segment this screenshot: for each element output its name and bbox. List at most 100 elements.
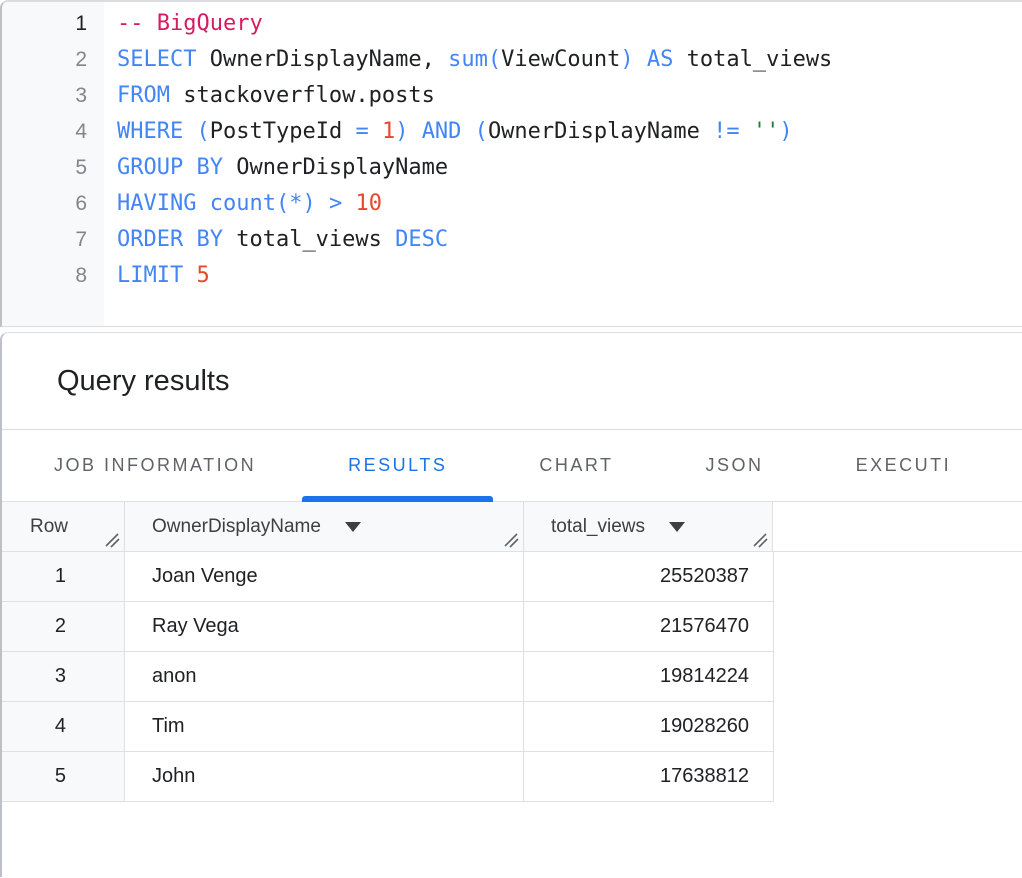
total-views-cell: 19028260 [524,702,774,751]
code-token-fn: count [210,191,276,216]
line-number: 5 [2,150,104,186]
column-header-row: Row [2,502,125,551]
row-number-cell: 4 [2,702,125,751]
line-number-gutter: 12345678 [2,2,104,326]
total-views-cell: 25520387 [524,552,774,601]
row-number-cell: 2 [2,602,125,651]
tab-label: JSON [706,455,764,476]
table-row: 1Joan Venge25520387 [2,552,774,602]
code-token-fn: sum [448,47,488,72]
code-line[interactable]: LIMIT 5 [117,258,1022,294]
code-token-id: stackoverflow.posts [170,83,435,108]
code-token-pn: ) [395,119,422,144]
column-resize-handle-icon[interactable] [504,532,519,547]
code-token-id: OwnerDisplayName [223,155,448,180]
code-token-pn: ( [183,119,210,144]
line-number: 2 [2,42,104,78]
code-token-id: ViewCount [501,47,620,72]
column-header-ownerdisplayname: OwnerDisplayName [125,502,524,551]
total-views-cell: 17638812 [524,752,774,801]
line-number: 8 [2,258,104,294]
query-results-title: Query results [57,365,229,398]
code-token-kw: ORDER BY [117,227,223,252]
code-token-op: != [713,119,753,144]
sql-code-area[interactable]: -- BigQuery SELECT OwnerDisplayName, sum(… [104,2,1022,326]
owner-display-name-cell: John [125,752,524,801]
header-filler-cell [773,502,1022,551]
code-token-id: total_views [223,227,395,252]
code-token-kw: WHERE [117,119,183,144]
tab-label: RESULTS [348,455,447,476]
owner-display-name-cell: Ray Vega [125,602,524,651]
line-number: 4 [2,114,104,150]
total-views-cell: 21576470 [524,602,774,651]
code-line[interactable]: HAVING count(*) > 10 [117,186,1022,222]
code-line[interactable]: GROUP BY OwnerDisplayName [117,150,1022,186]
table-row: 3anon19814224 [2,652,774,702]
total-views-cell: 19814224 [524,652,774,701]
line-number: 6 [2,186,104,222]
code-token-pn: ( [488,47,501,72]
code-token-op: * [289,191,302,216]
query-results-panel: Query results JOB INFORMATION RESULTS CHAR… [0,332,1022,877]
column-resize-handle-icon[interactable] [105,532,120,547]
code-token-id: PostTypeId [210,119,356,144]
sql-editor[interactable]: 12345678 -- BigQuerySELECT OwnerDisplayN… [0,0,1022,327]
code-token-com: -- BigQuery [117,11,263,36]
table-row: 5John17638812 [2,752,774,802]
code-token-pn: ) [620,47,633,72]
results-tab-bar: JOB INFORMATION RESULTS CHART JSON EXECUTI [2,430,1022,502]
code-token-id: OwnerDisplayName [488,119,713,144]
tab-results[interactable]: RESULTS [302,430,493,501]
code-token-pn: ) [779,119,792,144]
column-header-total_views: total_views [524,502,773,551]
line-number: 3 [2,78,104,114]
code-line[interactable]: FROM stackoverflow.posts [117,78,1022,114]
tab-executi[interactable]: EXECUTI [810,430,998,501]
code-token-num: 1 [382,119,395,144]
code-token-kw: HAVING [117,191,210,216]
tab-job-information[interactable]: JOB INFORMATION [8,430,302,501]
code-token-kw: AS [634,47,687,72]
code-line[interactable]: SELECT OwnerDisplayName, sum(ViewCount) … [117,42,1022,78]
tab-chart[interactable]: CHART [493,430,659,501]
code-token-str: '' [753,119,780,144]
row-number-cell: 1 [2,552,125,601]
code-line[interactable]: -- BigQuery [117,6,1022,42]
code-token-kw: DESC [395,227,448,252]
code-token-kw: GROUP BY [117,155,223,180]
code-token-num: 5 [196,263,209,288]
code-token-pn: ( [461,119,488,144]
row-number-cell: 5 [2,752,125,801]
owner-display-name-cell: anon [125,652,524,701]
line-number: 1 [2,6,104,42]
sort-dropdown-icon[interactable] [669,522,685,532]
column-header-label: Row [30,516,68,538]
column-header-label: total_views [551,516,645,538]
tab-json[interactable]: JSON [660,430,810,501]
code-line[interactable]: ORDER BY total_views DESC [117,222,1022,258]
sort-dropdown-icon[interactable] [345,522,361,532]
code-token-kw: SELECT [117,47,196,72]
code-token-pn: ) [302,191,315,216]
column-resize-handle-icon[interactable] [753,532,768,547]
query-results-header: Query results [2,333,1022,430]
tab-label: JOB INFORMATION [54,455,256,476]
code-line[interactable]: WHERE (PostTypeId = 1) AND (OwnerDisplay… [117,114,1022,150]
results-table-header: Row OwnerDisplayName total_views [2,502,1022,552]
tab-label: CHART [539,455,613,476]
table-row: 2Ray Vega21576470 [2,602,774,652]
code-token-pn: ( [276,191,289,216]
code-token-kw: AND [422,119,462,144]
line-number: 7 [2,222,104,258]
owner-display-name-cell: Joan Venge [125,552,524,601]
row-number-cell: 3 [2,652,125,701]
code-token-op: = [355,119,382,144]
results-table-body: 1Joan Venge255203872Ray Vega215764703ano… [2,552,1022,802]
owner-display-name-cell: Tim [125,702,524,751]
code-token-id: total_views [687,47,833,72]
column-header-label: OwnerDisplayName [152,516,321,538]
code-token-kw: LIMIT [117,263,196,288]
results-table: Row OwnerDisplayName total_views 1Joan Ven… [2,502,1022,802]
tab-label: EXECUTI [856,455,952,476]
